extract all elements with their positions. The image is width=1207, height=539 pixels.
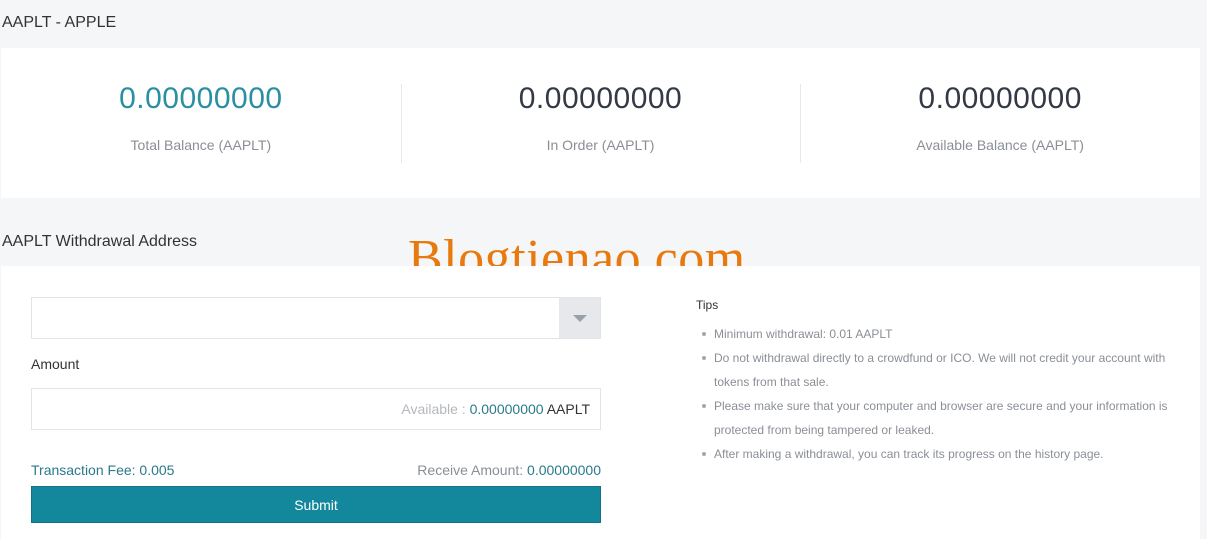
tips-list: Minimum withdrawal: 0.01 AAPLT Do not wi… — [696, 322, 1176, 466]
tip-item: Do not withdrawal directly to a crowdfun… — [696, 346, 1176, 394]
amount-label: Amount — [31, 356, 80, 372]
in-order-value: 0.00000000 — [518, 82, 683, 115]
available-unit: AAPLT — [546, 401, 590, 417]
total-balance-value: 0.00000000 — [119, 82, 283, 115]
available-balance-label: Available Balance (AAPLT) — [916, 137, 1084, 153]
transaction-fee: Transaction Fee: 0.005 — [31, 462, 175, 478]
available-balance-value: 0.00000000 — [918, 82, 1082, 115]
balance-card: 0.00000000 Total Balance (AAPLT) 0.00000… — [1, 48, 1200, 198]
available-hint: Available : 0.00000000 AAPLT — [401, 401, 590, 417]
in-order-balance: 0.00000000 In Order (AAPLT) — [400, 48, 801, 198]
total-balance-label: Total Balance (AAPLT) — [130, 137, 272, 153]
available-prefix: Available : — [401, 401, 470, 417]
in-order-label: In Order (AAPLT) — [546, 137, 655, 153]
tips-title: Tips — [696, 298, 719, 312]
tip-item: Please make sure that your computer and … — [696, 394, 1176, 442]
available-balance: 0.00000000 Available Balance (AAPLT) — [800, 48, 1200, 198]
available-value: 0.00000000 — [469, 401, 544, 417]
tip-item: Minimum withdrawal: 0.01 AAPLT — [696, 322, 1176, 346]
withdrawal-form: Amount Available : 0.00000000 AAPLT Tran… — [1, 266, 1200, 539]
receive-value: 0.00000000 — [527, 462, 601, 478]
total-balance: 0.00000000 Total Balance (AAPLT) — [1, 48, 401, 198]
amount-field-wrapper: Available : 0.00000000 AAPLT — [31, 388, 601, 430]
tip-item: After making a withdrawal, you can track… — [696, 442, 1176, 466]
address-select[interactable] — [31, 297, 601, 339]
tips-panel: Tips Minimum withdrawal: 0.01 AAPLT Do n… — [696, 298, 1176, 466]
withdrawal-section-title: AAPLT Withdrawal Address — [2, 233, 198, 250]
receive-prefix: Receive Amount: — [417, 462, 528, 478]
chevron-down-icon[interactable] — [559, 298, 600, 338]
receive-amount: Receive Amount: 0.00000000 — [417, 462, 601, 478]
submit-button[interactable]: Submit — [31, 486, 601, 523]
page-title: AAPLT - APPLE — [2, 14, 117, 31]
